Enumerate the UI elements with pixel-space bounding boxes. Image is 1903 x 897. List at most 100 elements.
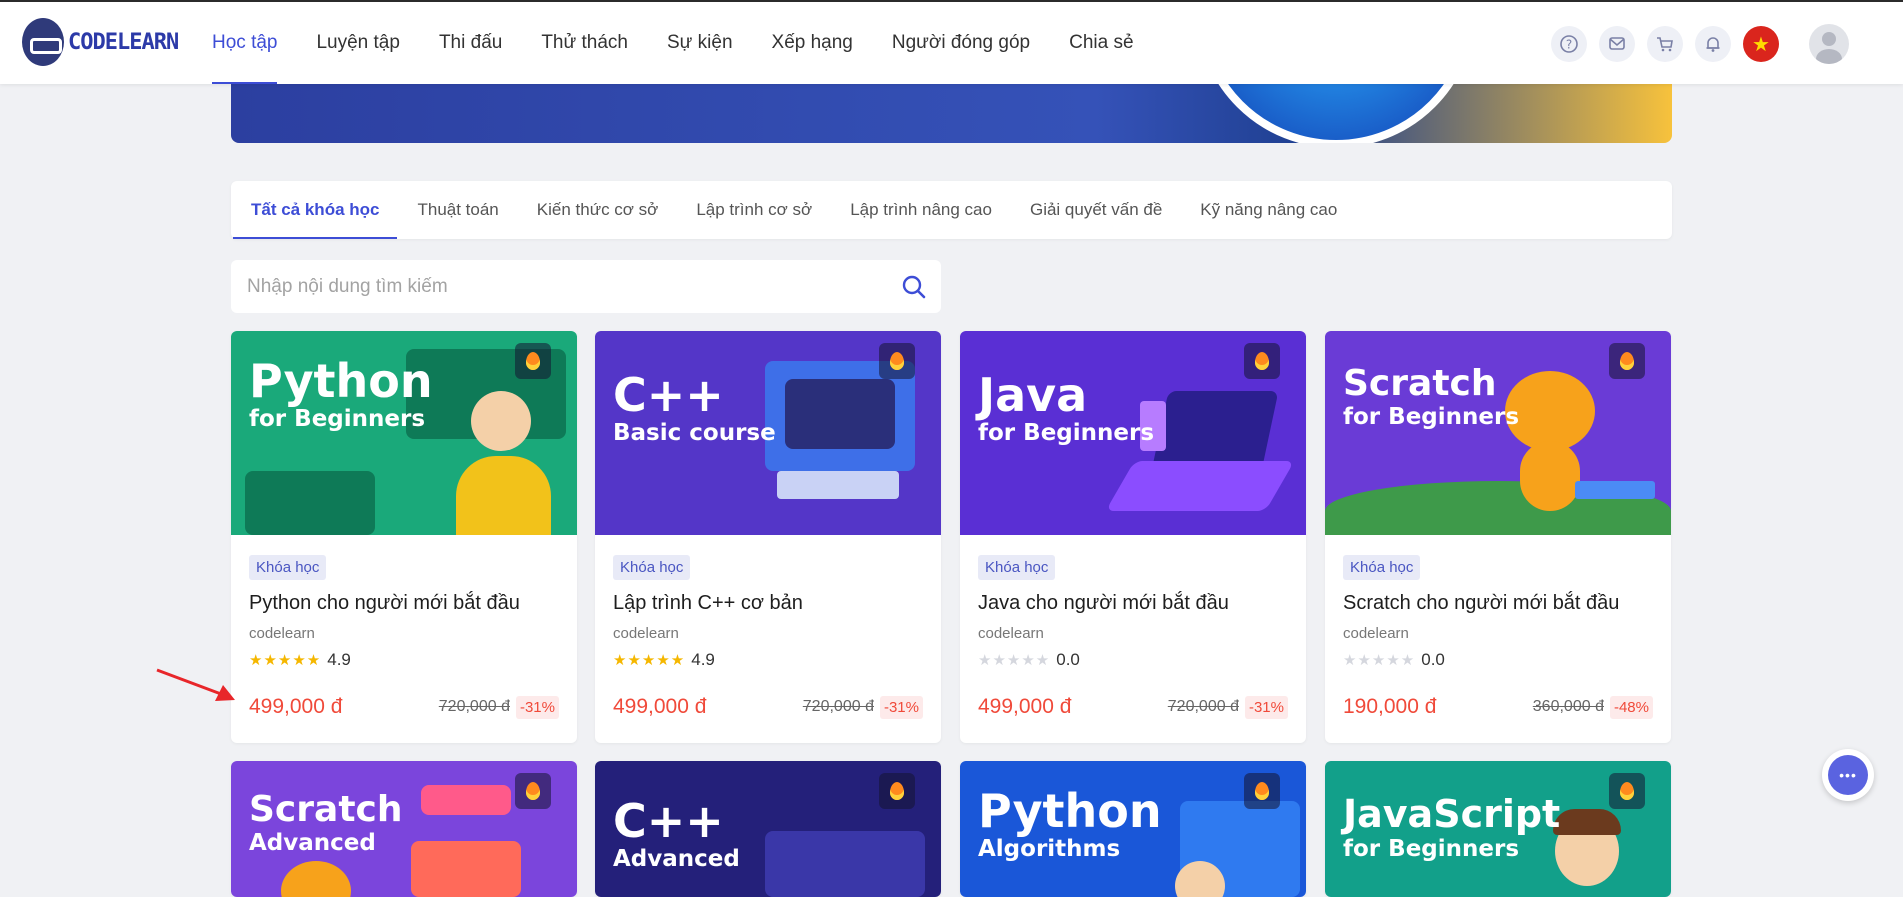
course-type-badge: Khóa học: [613, 555, 691, 580]
hot-fire-icon: [879, 773, 915, 809]
course-author: codelearn: [978, 625, 1044, 642]
nav-item-chia-se[interactable]: Chia sẻ: [1069, 2, 1133, 84]
tab-lap-trinh-co-so[interactable]: Lập trình cơ sở: [696, 181, 812, 239]
course-price: 499,000 đ: [249, 695, 343, 718]
course-thumbnail[interactable]: C++ Advanced: [595, 761, 941, 897]
boy-illustration: [471, 391, 531, 451]
discount-badge: -48%: [1609, 695, 1653, 719]
tab-lap-trinh-nang-cao[interactable]: Lập trình nâng cao: [850, 181, 992, 239]
chat-bubble-icon: •••: [1828, 755, 1868, 795]
nav-item-nguoi-dong-gop[interactable]: Người đóng góp: [892, 2, 1030, 84]
monitor-illustration: [777, 471, 899, 499]
nav-item-luyen-tap[interactable]: Luyện tập: [316, 2, 399, 84]
course-card-scratch-advanced[interactable]: Scratch Advanced: [231, 761, 577, 897]
avatar[interactable]: [1809, 24, 1849, 64]
logo-text: CODELEARN: [68, 29, 179, 55]
course-rating: ★★★★★ 4.9: [613, 650, 923, 670]
course-card-javascript[interactable]: JavaScript for Beginners: [1325, 761, 1671, 897]
course-author: codelearn: [613, 625, 679, 642]
hot-fire-icon: [515, 773, 551, 809]
logo-mascot-icon: [22, 18, 64, 66]
course-search-box: [231, 260, 941, 313]
thumbnail-title: JavaScript for Beginners: [1343, 792, 1561, 862]
laptop-illustration: [1105, 461, 1295, 511]
thumbnail-title: C++ Advanced: [613, 794, 740, 873]
rating-value: 0.0: [1056, 650, 1080, 669]
hot-fire-icon: [879, 343, 915, 379]
search-icon[interactable]: [901, 274, 927, 300]
course-thumbnail[interactable]: Python Algorithms: [960, 761, 1306, 897]
codelearn-logo[interactable]: CODELEARN: [22, 18, 179, 66]
course-old-price: 720,000 đ: [438, 698, 510, 715]
tab-ky-nang-nang-cao[interactable]: Kỹ năng nâng cao: [1200, 181, 1337, 239]
hot-fire-icon: [1609, 773, 1645, 809]
price-row: 499,000 đ 720,000 đ -31%: [249, 695, 559, 719]
course-thumbnail[interactable]: C++ Basic course: [595, 331, 941, 535]
rating-value: 4.9: [691, 650, 715, 669]
help-icon[interactable]: ?: [1551, 26, 1587, 62]
course-title[interactable]: Scratch cho người mới bắt đầu: [1343, 592, 1653, 615]
hot-fire-icon: [515, 343, 551, 379]
course-price: 499,000 đ: [613, 695, 707, 718]
nav-item-xep-hang[interactable]: Xếp hạng: [772, 2, 853, 84]
nav-icon-group: ? ★: [1539, 24, 1849, 64]
tab-all-courses[interactable]: Tất cả khóa học: [232, 181, 399, 239]
course-thumbnail[interactable]: Scratch Advanced: [231, 761, 577, 897]
course-author: codelearn: [249, 625, 315, 642]
tab-kien-thuc-co-so[interactable]: Kiến thức cơ sở: [537, 181, 659, 239]
boy-illustration: [456, 456, 551, 535]
course-thumbnail[interactable]: Java for Beginners: [960, 331, 1306, 535]
scratch-cat-illustration: [281, 861, 351, 897]
vn-flag-icon[interactable]: ★: [1743, 26, 1779, 62]
rating-value: 0.0: [1421, 650, 1445, 669]
thumbnail-title: Python for Beginners: [249, 354, 433, 433]
nav-item-hoc-tap[interactable]: Học tập: [212, 2, 278, 84]
course-title[interactable]: Java cho người mới bắt đầu: [978, 592, 1288, 615]
thumbnail-title: Java for Beginners: [978, 368, 1155, 447]
hot-fire-icon: [1609, 343, 1645, 379]
course-old-price: 360,000 đ: [1532, 698, 1604, 715]
course-card-python[interactable]: Python for Beginners Khóa học Python cho…: [231, 331, 577, 743]
nav-item-thi-dau[interactable]: Thi đấu: [439, 2, 502, 84]
course-rating: ★★★★★ 4.9: [249, 650, 559, 670]
laptop-illustration: [1151, 391, 1279, 471]
course-card-java[interactable]: Java for Beginners Khóa học Java cho ngư…: [960, 331, 1306, 743]
code-panel-illustration: [245, 471, 375, 535]
monitor-illustration: [785, 379, 895, 449]
red-annotation-arrow: [156, 668, 235, 701]
cart-icon[interactable]: [1647, 26, 1683, 62]
course-thumbnail[interactable]: JavaScript for Beginners: [1325, 761, 1671, 897]
nav-item-su-kien[interactable]: Sự kiện: [667, 2, 733, 84]
course-thumbnail[interactable]: Scratch for Beginners: [1325, 331, 1671, 535]
hot-fire-icon: [1244, 343, 1280, 379]
bell-icon[interactable]: [1695, 26, 1731, 62]
code-block-illustration: [411, 841, 521, 897]
price-row: 190,000 đ 360,000 đ -48%: [1343, 695, 1653, 719]
course-card-cpp-basic[interactable]: C++ Basic course Khóa học Lập trình C++ …: [595, 331, 941, 743]
discount-badge: -31%: [1244, 695, 1288, 719]
tab-thuat-toan[interactable]: Thuật toán: [417, 181, 498, 239]
price-row: 499,000 đ 720,000 đ -31%: [613, 695, 923, 719]
main-nav: Học tập Luyện tập Thi đấu Thử thách Sự k…: [212, 2, 1173, 84]
code-block-illustration: [1575, 481, 1655, 499]
course-price: 499,000 đ: [978, 695, 1072, 718]
boy-illustration: [1553, 809, 1621, 835]
course-thumbnail[interactable]: Python for Beginners: [231, 331, 577, 535]
star-rating-icon: ★★★★★: [978, 652, 1051, 669]
course-card-scratch[interactable]: Scratch for Beginners Khóa học Scratch c…: [1325, 331, 1671, 743]
course-type-badge: Khóa học: [1343, 555, 1421, 580]
tab-giai-quyet-van-de[interactable]: Giải quyết vấn đề: [1030, 181, 1162, 239]
search-input[interactable]: [231, 260, 871, 313]
message-icon[interactable]: [1599, 26, 1635, 62]
course-card-python-algorithms[interactable]: Python Algorithms: [960, 761, 1306, 897]
course-type-badge: Khóa học: [249, 555, 327, 580]
course-title[interactable]: Lập trình C++ cơ bản: [613, 592, 923, 615]
price-row: 499,000 đ 720,000 đ -31%: [978, 695, 1288, 719]
discount-badge: -31%: [515, 695, 559, 719]
course-old-price: 720,000 đ: [1167, 698, 1239, 715]
course-title[interactable]: Python cho người mới bắt đầu: [249, 592, 559, 615]
code-window-illustration: [765, 831, 925, 897]
chat-button[interactable]: •••: [1822, 749, 1874, 801]
course-card-cpp-advanced[interactable]: C++ Advanced: [595, 761, 941, 897]
nav-item-thu-thach[interactable]: Thử thách: [541, 2, 628, 84]
